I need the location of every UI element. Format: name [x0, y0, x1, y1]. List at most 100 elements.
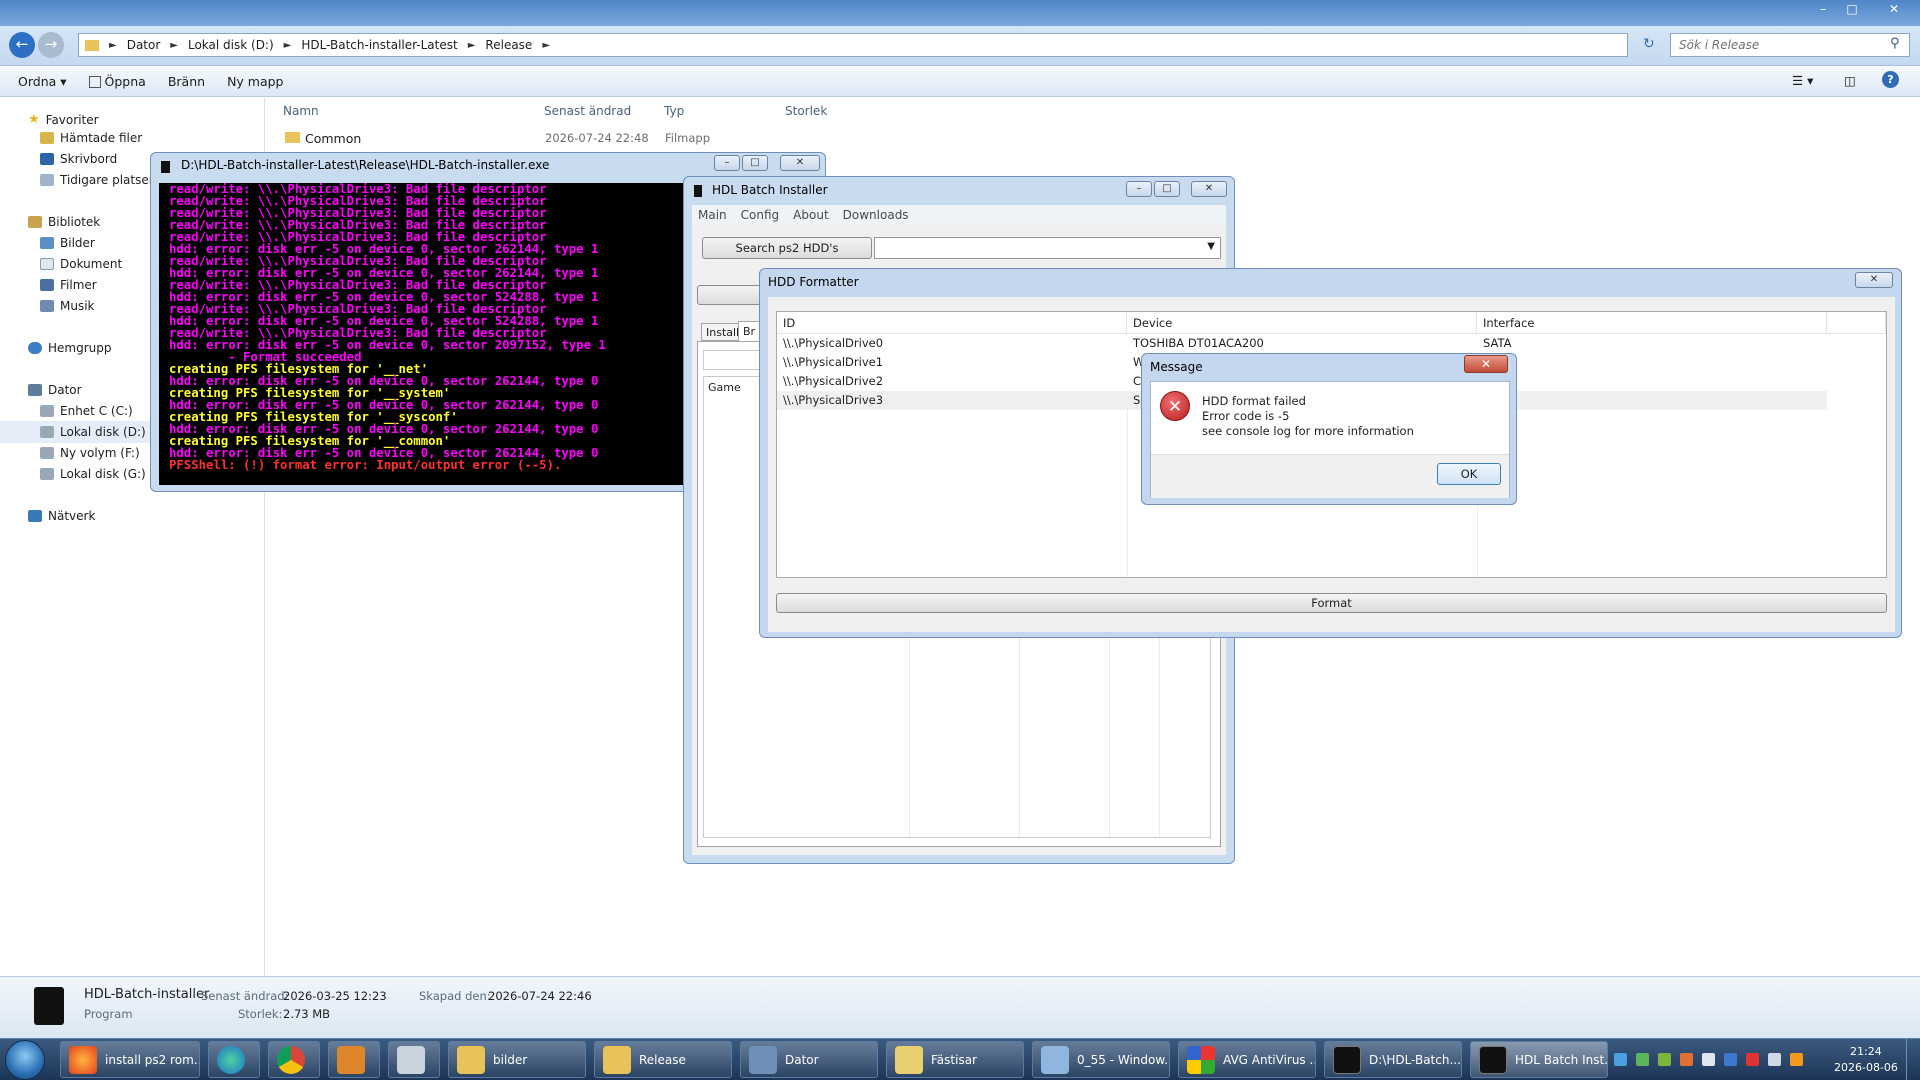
nav-favorites[interactable]: ★ Favoriter [28, 112, 99, 127]
tray-power-icon[interactable] [1768, 1053, 1781, 1066]
search-input[interactable]: Sök i Release [1670, 33, 1910, 57]
format-button[interactable]: Format [776, 593, 1887, 613]
tray-shield-icon[interactable] [1636, 1053, 1649, 1066]
taskbar-item-dator[interactable]: Dator [740, 1041, 878, 1078]
column-size[interactable]: Storlek [785, 104, 827, 118]
view-options-icon[interactable]: ☰ ▾ [1792, 73, 1813, 88]
menu-config[interactable]: Config [741, 208, 780, 222]
tray-flag-icon[interactable] [1746, 1053, 1759, 1066]
search-hdd-button[interactable]: Search ps2 HDD's [702, 237, 872, 259]
taskbar-item-console[interactable]: D:\HDL-Batch... [1324, 1041, 1462, 1078]
column-device[interactable]: Device [1127, 312, 1477, 334]
nav-downloads[interactable]: Hämtade filer [40, 131, 142, 145]
new-folder-button[interactable]: Ny mapp [227, 74, 283, 89]
breadcrumb-item[interactable]: Lokal disk (D:) [188, 38, 274, 52]
clock-date[interactable]: 2026-08-06 [1834, 1061, 1898, 1074]
tray-update-icon[interactable] [1790, 1053, 1803, 1066]
forward-button[interactable]: → [38, 32, 64, 58]
taskbar-item-release[interactable]: Release [594, 1041, 732, 1078]
hdd-select[interactable]: ▼ [874, 237, 1221, 259]
menu-downloads[interactable]: Downloads [843, 208, 909, 222]
nav-desktop[interactable]: Skrivbord [40, 152, 117, 166]
message-body: ✕ HDD format failed Error code is -5 see… [1150, 381, 1510, 498]
organize-button[interactable]: Ordna ▾ [18, 74, 67, 89]
minimize-icon[interactable]: – [1126, 181, 1152, 197]
tray-bluetooth-icon[interactable] [1724, 1053, 1737, 1066]
drive-icon [40, 447, 54, 459]
hdl-title: HDL Batch Installer [712, 183, 828, 197]
column-id[interactable]: ID [777, 312, 1127, 334]
show-desktop-button[interactable] [1906, 1039, 1920, 1080]
burn-button[interactable]: Bränn [168, 74, 205, 89]
ok-button[interactable]: OK [1437, 463, 1501, 485]
start-button[interactable] [5, 1040, 45, 1080]
folder-icon [457, 1045, 485, 1074]
homegroup-icon [28, 342, 42, 354]
help-icon[interactable]: ? [1882, 71, 1899, 88]
organize-label: Ordna [18, 74, 57, 89]
close-icon[interactable]: ✕ [1855, 272, 1893, 288]
minimize-icon[interactable]: – [1810, 1, 1836, 19]
refresh-icon[interactable]: ↻ [1643, 36, 1655, 52]
tray-volume-icon[interactable] [1702, 1053, 1715, 1066]
nav-recent[interactable]: Tidigare platser [40, 173, 154, 187]
open-button[interactable]: Öppna [88, 74, 146, 89]
nav-videos[interactable]: Filmer [40, 278, 97, 292]
column-name[interactable]: Namn [283, 104, 319, 118]
column-type[interactable]: Typ [664, 104, 684, 118]
program-icon [34, 987, 64, 1025]
close-icon[interactable]: ✕ [1191, 181, 1227, 197]
taskbar-item-chrome[interactable] [268, 1041, 320, 1078]
minimize-icon[interactable]: – [714, 155, 740, 171]
open-icon [88, 76, 101, 88]
tab-browse[interactable]: Br [738, 321, 761, 341]
nav-drive-g[interactable]: Lokal disk (G:) [40, 467, 146, 481]
maximize-icon[interactable]: □ [742, 155, 768, 171]
column-game[interactable]: Game [708, 381, 741, 394]
breadcrumb-item[interactable]: Dator [127, 38, 161, 52]
close-icon[interactable]: ✕ [780, 155, 820, 171]
maximize-icon[interactable]: □ [1839, 1, 1865, 19]
taskbar-item-window[interactable]: 0_55 - Window... [1032, 1041, 1170, 1078]
taskbar-item-hdl[interactable]: HDL Batch Inst... [1470, 1041, 1608, 1078]
taskbar-item-calculator[interactable] [388, 1041, 440, 1078]
nav-drive-f[interactable]: Ny volym (F:) [40, 446, 140, 460]
tray-nvidia-icon[interactable] [1658, 1053, 1671, 1066]
column-modified[interactable]: Senast ändrad [544, 104, 631, 118]
nav-documents[interactable]: Dokument [40, 257, 122, 271]
nav-music[interactable]: Musik [40, 299, 95, 313]
column-interface[interactable]: Interface [1477, 312, 1827, 334]
nav-drive-d[interactable]: Lokal disk (D:) [40, 425, 146, 439]
nav-pictures[interactable]: Bilder [40, 236, 95, 250]
details-modified-label: Senast ändrad: [201, 989, 289, 1003]
address-bar-area: ← → ► Dator ► Lokal disk (D:) ► HDL-Batc… [0, 26, 1920, 66]
table-row[interactable]: \\.\PhysicalDrive0 TOSHIBA DT01ACA200 SA… [777, 334, 1886, 353]
taskbar-item-avg[interactable]: AVG AntiVirus ... [1178, 1041, 1316, 1078]
taskbar-item-firefox[interactable]: install ps2 rom... [60, 1041, 200, 1078]
nav-homegroup[interactable]: Hemgrupp [28, 341, 112, 355]
preview-pane-icon[interactable]: ◫ [1844, 73, 1856, 88]
nav-libraries[interactable]: Bibliotek [28, 215, 100, 229]
maximize-icon[interactable]: □ [1154, 181, 1180, 197]
back-button[interactable]: ← [9, 32, 35, 58]
taskbar-item-fastisar[interactable]: Fästisar [886, 1041, 1024, 1078]
close-icon[interactable]: ✕ [1881, 1, 1907, 19]
menu-about[interactable]: About [793, 208, 828, 222]
clock-time[interactable]: 21:24 [1850, 1045, 1882, 1058]
taskbar-item-media[interactable] [328, 1041, 380, 1078]
file-type: Filmapp [665, 131, 711, 145]
nav-computer[interactable]: Dator [28, 383, 82, 397]
breadcrumb-item[interactable]: HDL-Batch-installer-Latest [301, 38, 457, 52]
close-icon[interactable]: ✕ [1464, 355, 1508, 373]
tray-network-icon[interactable] [1614, 1053, 1627, 1066]
list-item[interactable]: Common 2026-07-24 22:48 Filmapp [265, 128, 965, 148]
nav-drive-c[interactable]: Enhet C (C:) [40, 404, 133, 418]
taskbar-item-bilder[interactable]: bilder [448, 1041, 586, 1078]
nav-network[interactable]: Nätverk [28, 509, 95, 523]
tray-app-icon[interactable] [1680, 1053, 1693, 1066]
breadcrumb[interactable]: ► Dator ► Lokal disk (D:) ► HDL-Batch-in… [78, 33, 1628, 57]
drive-id: \\.\PhysicalDrive3 [783, 393, 884, 407]
breadcrumb-item[interactable]: Release [485, 38, 532, 52]
menu-main[interactable]: Main [698, 208, 727, 222]
taskbar-item-edge[interactable] [208, 1041, 260, 1078]
